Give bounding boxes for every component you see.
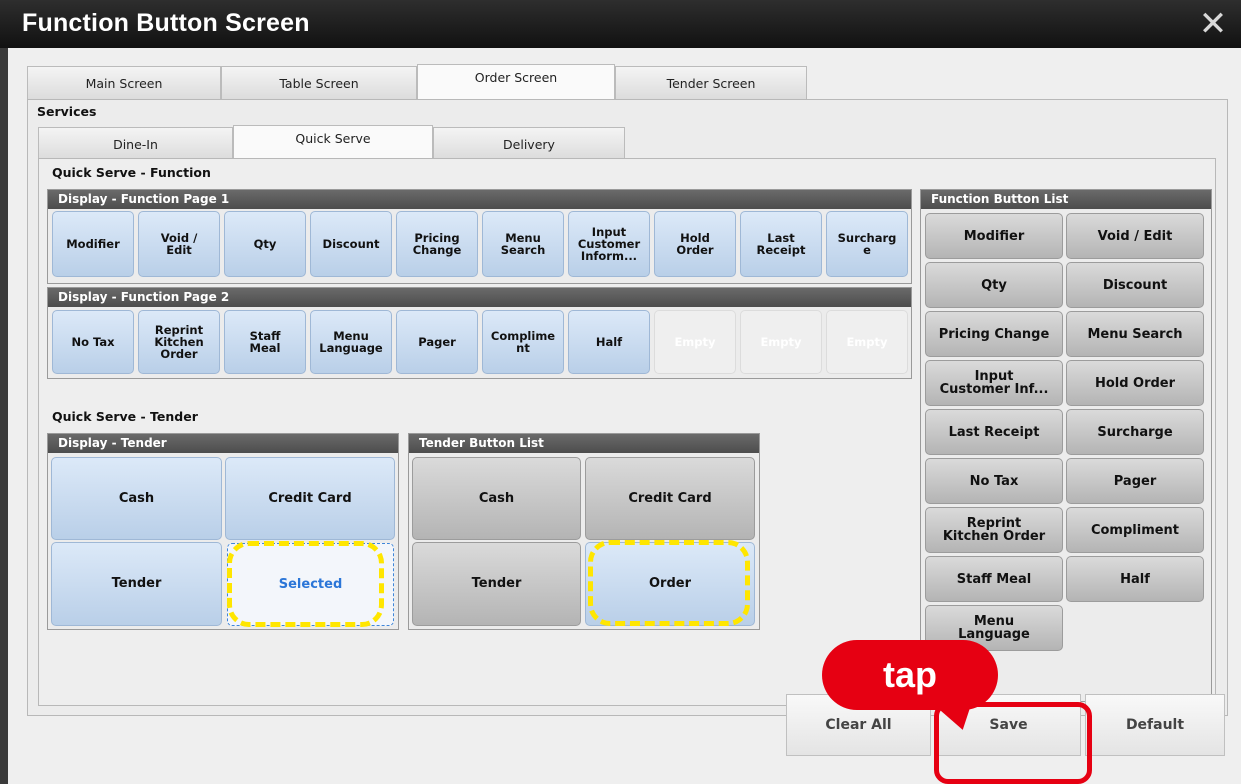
list-menu-search-button[interactable]: Menu Search: [1066, 311, 1204, 357]
tender-list-credit-card-button[interactable]: Credit Card: [585, 457, 755, 540]
list-discount-button[interactable]: Discount: [1066, 262, 1204, 308]
tab-table-screen[interactable]: Table Screen: [221, 66, 417, 99]
page1-modifier-button[interactable]: Modifier: [52, 211, 134, 277]
list-no-tax-button[interactable]: No Tax: [925, 458, 1063, 504]
tab-delivery[interactable]: Delivery: [433, 127, 625, 159]
display-tender-tender-button[interactable]: Tender: [51, 542, 222, 626]
page1-qty-button[interactable]: Qty: [224, 211, 306, 277]
page2-empty-button-7[interactable]: Empty: [654, 310, 736, 374]
page2-pager-button-4[interactable]: Pager: [396, 310, 478, 374]
order-highlight: [588, 540, 750, 626]
list-last-receipt-button[interactable]: Last Receipt: [925, 409, 1063, 455]
function-section-label: Quick Serve - Function: [52, 165, 211, 180]
tender-button-list-header: Tender Button List: [409, 434, 759, 453]
page1-menu-search-button[interactable]: Menu Search: [482, 211, 564, 277]
list-modifier-button[interactable]: Modifier: [925, 213, 1063, 259]
page1-hold-order-button[interactable]: Hold Order: [654, 211, 736, 277]
tab-order-screen[interactable]: Order Screen: [417, 64, 615, 100]
selected-highlight: [227, 541, 384, 627]
default-button[interactable]: Default: [1085, 694, 1225, 756]
page2-no-tax-button-0[interactable]: No Tax: [52, 310, 134, 374]
page2-complime-nt-button-5[interactable]: Complime nt: [482, 310, 564, 374]
display-tender-header: Display - Tender: [48, 434, 398, 453]
window-title: Function Button Screen: [22, 9, 310, 37]
function-page-1-header: Display - Function Page 1: [48, 190, 911, 209]
page1-last-receipt-button[interactable]: Last Receipt: [740, 211, 822, 277]
tab-quick-serve[interactable]: Quick Serve: [233, 125, 433, 160]
page2-reprint-kitchen-order-button-1[interactable]: Reprint Kitchen Order: [138, 310, 220, 374]
list-reprint-kitchen-order-button[interactable]: Reprint Kitchen Order: [925, 507, 1063, 553]
list-half-button[interactable]: Half: [1066, 556, 1204, 602]
page1-pricing-change-button[interactable]: Pricing Change: [396, 211, 478, 277]
services-label: Services: [37, 104, 97, 119]
function-button-list-header: Function Button List: [921, 190, 1211, 209]
tender-list-cash-button[interactable]: Cash: [412, 457, 581, 540]
list-staff-meal-button[interactable]: Staff Meal: [925, 556, 1063, 602]
display-tender-cash-button[interactable]: Cash: [51, 457, 222, 540]
page2-empty-button-8[interactable]: Empty: [740, 310, 822, 374]
tender-section-label: Quick Serve - Tender: [52, 409, 198, 424]
list-hold-order-button[interactable]: Hold Order: [1066, 360, 1204, 406]
page1-input-customer-inform-button[interactable]: Input Customer Inform...: [568, 211, 650, 277]
list-pager-button[interactable]: Pager: [1066, 458, 1204, 504]
list-surcharge-button[interactable]: Surcharge: [1066, 409, 1204, 455]
tab-tender-screen[interactable]: Tender Screen: [615, 66, 807, 99]
list-pricing-change-button[interactable]: Pricing Change: [925, 311, 1063, 357]
page2-empty-button-9[interactable]: Empty: [826, 310, 908, 374]
list-input-customer-inf-button[interactable]: Input Customer Inf...: [925, 360, 1063, 406]
page1-surcharg-e-button[interactable]: Surcharg e: [826, 211, 908, 277]
page1-void-edit-button[interactable]: Void / Edit: [138, 211, 220, 277]
tender-list-tender-button[interactable]: Tender: [412, 542, 581, 626]
page2-menu-language-button-3[interactable]: Menu Language: [310, 310, 392, 374]
page1-discount-button[interactable]: Discount: [310, 211, 392, 277]
list-void-edit-button[interactable]: Void / Edit: [1066, 213, 1204, 259]
list-compliment-button[interactable]: Compliment: [1066, 507, 1204, 553]
display-tender-credit-card-button[interactable]: Credit Card: [225, 457, 395, 540]
page2-staff-meal-button-2[interactable]: Staff Meal: [224, 310, 306, 374]
tab-dine-in[interactable]: Dine-In: [38, 127, 233, 159]
list-qty-button[interactable]: Qty: [925, 262, 1063, 308]
page2-half-button-6[interactable]: Half: [568, 310, 650, 374]
tab-main-screen[interactable]: Main Screen: [27, 66, 221, 99]
close-icon[interactable]: ✕: [1195, 6, 1231, 42]
title-bar: Function Button Screen ✕: [0, 0, 1241, 48]
function-page-2-header: Display - Function Page 2: [48, 288, 911, 307]
tap-callout: tap: [822, 640, 998, 710]
